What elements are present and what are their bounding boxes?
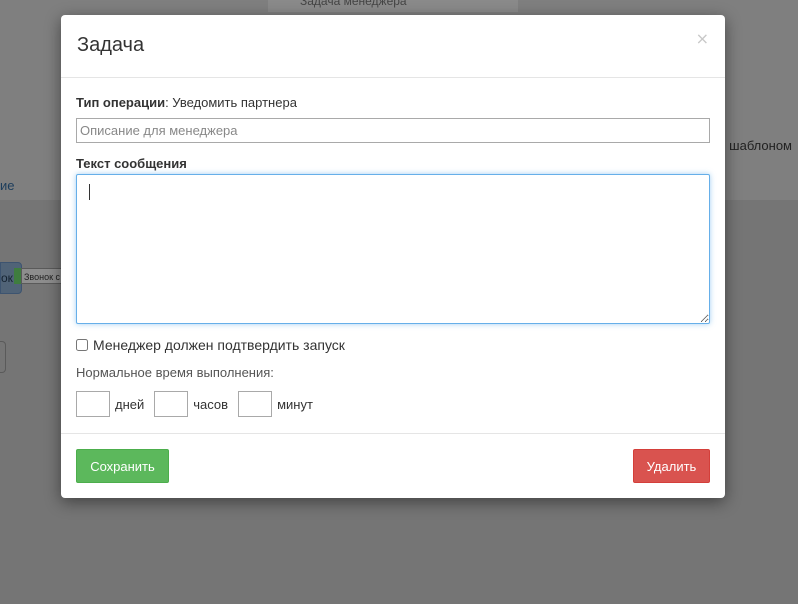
save-button[interactable]: Сохранить: [76, 449, 169, 483]
modal-header: Задача ×: [61, 15, 725, 78]
modal-footer: Сохранить Удалить: [61, 433, 725, 499]
hours-label: часов: [193, 396, 229, 412]
confirm-launch-label: Менеджер должен подтвердить запуск: [93, 337, 345, 353]
background-header-text: Задача менеджера: [300, 0, 407, 8]
background-tag: Звонок с: [21, 268, 65, 284]
operation-type-label: Тип операции: [76, 95, 166, 110]
minutes-label: минут: [277, 396, 313, 412]
days-label: дней: [115, 396, 145, 412]
close-icon[interactable]: ×: [696, 29, 709, 48]
modal-title: Задача: [77, 34, 145, 56]
normal-time-label: Нормальное время выполнения:: [76, 365, 274, 380]
background-link: ие: [0, 178, 15, 193]
hours-input[interactable]: [154, 391, 189, 417]
confirm-launch-checkbox[interactable]: [76, 339, 88, 351]
description-input[interactable]: [76, 118, 710, 143]
operation-type: Тип операции: Уведомить партнера: [76, 95, 297, 110]
delete-button[interactable]: Удалить: [633, 449, 710, 483]
task-modal: Задача × Тип операции: Уведомить партнер…: [61, 15, 725, 498]
text-cursor: [89, 184, 90, 200]
background-template-text: шаблоном: [729, 138, 792, 153]
operation-type-value: : Уведомить партнера: [165, 95, 297, 110]
days-input[interactable]: [76, 391, 110, 417]
message-label: Текст сообщения: [76, 156, 187, 171]
minutes-input[interactable]: [238, 391, 273, 417]
message-textarea[interactable]: [76, 174, 710, 324]
confirm-launch-row[interactable]: Менеджер должен подтвердить запуск: [76, 337, 345, 353]
background-box: [0, 341, 6, 373]
time-inputs: дней часов минут: [76, 391, 313, 417]
